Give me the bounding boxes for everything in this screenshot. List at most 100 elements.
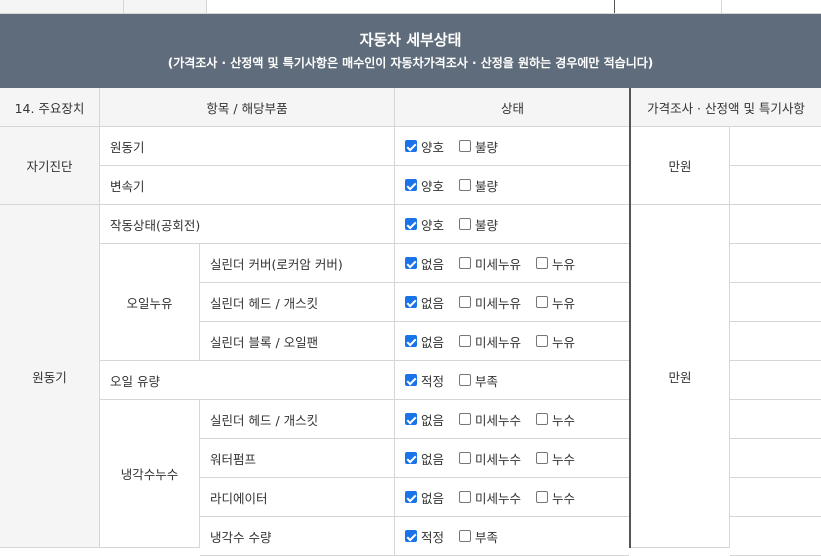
checkbox-checked[interactable] <box>405 413 417 425</box>
status-cell: 양호 불량 <box>395 166 629 205</box>
subgroup-coolant: 냉각수누수 <box>100 400 200 548</box>
checkbox-unchecked[interactable] <box>459 179 472 191</box>
checkbox-unchecked[interactable] <box>459 452 472 464</box>
status-option[interactable]: 누수 <box>536 449 575 468</box>
checkbox-unchecked[interactable] <box>536 413 549 425</box>
note-cell[interactable] <box>730 400 821 439</box>
status-option[interactable]: 양호 <box>405 215 444 234</box>
status-option[interactable]: 미세누수 <box>459 488 521 507</box>
item-label: 오일 유량 <box>100 361 395 400</box>
status-option-label: 누유 <box>552 256 576 272</box>
status-option[interactable]: 미세누유 <box>459 332 521 351</box>
status-option-label: 미세누유 <box>475 334 522 350</box>
status-option[interactable]: 없음 <box>405 332 444 351</box>
checkbox-unchecked[interactable] <box>459 413 472 425</box>
prev-cell <box>0 0 124 13</box>
item-label: 변속기 <box>100 166 395 205</box>
status-option[interactable]: 없음 <box>405 254 444 273</box>
status-option[interactable]: 양호 <box>405 176 444 195</box>
note-cell[interactable] <box>730 166 821 205</box>
checkbox-unchecked[interactable] <box>536 335 549 347</box>
checkbox-checked[interactable] <box>405 218 417 230</box>
status-option-label: 없음 <box>421 295 445 311</box>
subgroup-oilleak: 오일누유 <box>100 244 200 361</box>
status-option-label: 누유 <box>552 295 576 311</box>
item-label: 실린더 헤드 / 개스킷 <box>200 400 395 439</box>
status-option[interactable]: 적정 <box>405 371 444 390</box>
status-option-label: 미세누수 <box>475 451 522 467</box>
column-divider <box>629 88 631 548</box>
checkbox-checked[interactable] <box>405 179 417 191</box>
status-option-label: 양호 <box>421 139 445 155</box>
checkbox-unchecked[interactable] <box>459 335 472 347</box>
checkbox-unchecked[interactable] <box>459 296 472 308</box>
checkbox-checked[interactable] <box>405 374 417 386</box>
checkbox-checked[interactable] <box>405 452 417 464</box>
status-option-label: 불량 <box>475 217 499 233</box>
status-option[interactable]: 미세누수 <box>459 410 521 429</box>
status-option[interactable]: 누유 <box>536 254 575 273</box>
col-header-item: 항목 / 해당부품 <box>100 88 395 127</box>
note-cell[interactable] <box>730 439 821 478</box>
note-cell[interactable] <box>730 205 821 244</box>
status-option[interactable]: 미세누유 <box>459 293 521 312</box>
checkbox-unchecked[interactable] <box>459 530 472 542</box>
item-label: 원동기 <box>100 127 395 166</box>
status-option[interactable]: 없음 <box>405 488 444 507</box>
note-cell[interactable] <box>730 478 821 517</box>
note-cell[interactable] <box>730 361 821 400</box>
item-label: 작동상태(공회전) <box>100 205 395 244</box>
item-label: 실린더 커버(로커암 커버) <box>200 244 395 283</box>
checkbox-unchecked[interactable] <box>536 296 549 308</box>
checkbox-unchecked[interactable] <box>459 257 472 269</box>
status-option[interactable]: 불량 <box>459 215 498 234</box>
status-option[interactable]: 없음 <box>405 293 444 312</box>
checkbox-unchecked[interactable] <box>536 491 549 503</box>
checkbox-unchecked[interactable] <box>459 218 472 230</box>
note-cell[interactable] <box>730 517 821 556</box>
checkbox-unchecked[interactable] <box>536 452 549 464</box>
status-cell: 없음 미세누유 누유 <box>395 283 629 322</box>
status-cell: 없음 미세누수 누수 <box>395 478 629 517</box>
checkbox-checked[interactable] <box>405 296 417 308</box>
status-option-label: 미세누수 <box>475 412 522 428</box>
status-option[interactable]: 없음 <box>405 449 444 468</box>
status-option[interactable]: 미세누수 <box>459 449 521 468</box>
status-cell: 없음 미세누수 누수 <box>395 439 629 478</box>
status-option[interactable]: 없음 <box>405 410 444 429</box>
status-option-label: 없음 <box>421 412 445 428</box>
status-option-label: 부족 <box>475 373 499 389</box>
checkbox-checked[interactable] <box>405 140 417 152</box>
status-option[interactable]: 누수 <box>536 410 575 429</box>
status-option[interactable]: 부족 <box>459 527 498 546</box>
status-option-label: 적정 <box>421 373 445 389</box>
status-option[interactable]: 누수 <box>536 488 575 507</box>
status-option[interactable]: 누유 <box>536 332 575 351</box>
note-cell[interactable] <box>730 283 821 322</box>
checkbox-unchecked[interactable] <box>459 491 472 503</box>
status-option[interactable]: 불량 <box>459 176 498 195</box>
status-cell: 양호 불량 <box>395 205 629 244</box>
checkbox-checked[interactable] <box>405 530 417 542</box>
status-cell: 적정 부족 <box>395 361 629 400</box>
status-option[interactable]: 미세누유 <box>459 254 521 273</box>
status-option-label: 누수 <box>552 412 576 428</box>
note-cell[interactable] <box>730 244 821 283</box>
note-cell[interactable] <box>730 322 821 361</box>
status-option[interactable]: 불량 <box>459 137 498 156</box>
status-option[interactable]: 양호 <box>405 137 444 156</box>
checkbox-unchecked[interactable] <box>459 140 472 152</box>
status-option[interactable]: 부족 <box>459 371 498 390</box>
note-cell[interactable] <box>730 127 821 166</box>
prev-divider <box>614 0 615 13</box>
status-option-label: 없음 <box>421 256 445 272</box>
checkbox-checked[interactable] <box>405 257 417 269</box>
status-option[interactable]: 적정 <box>405 527 444 546</box>
section-subtitle: (가격조사 · 산정액 및 특기사항은 매수인이 자동차가격조사 · 산정을 원… <box>167 56 654 70</box>
checkbox-unchecked[interactable] <box>536 257 549 269</box>
status-option[interactable]: 누유 <box>536 293 575 312</box>
checkbox-unchecked[interactable] <box>459 374 472 386</box>
checkbox-checked[interactable] <box>405 491 417 503</box>
status-option-label: 양호 <box>421 217 445 233</box>
checkbox-checked[interactable] <box>405 335 417 347</box>
